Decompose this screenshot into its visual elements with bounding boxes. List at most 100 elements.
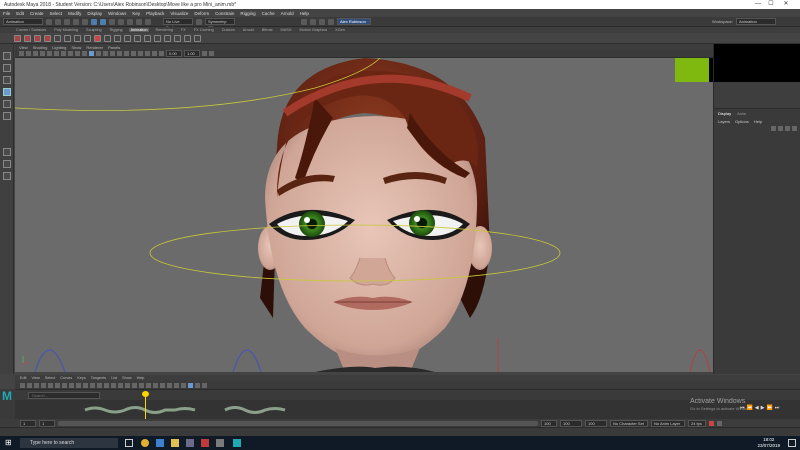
tl-tool-icon[interactable]	[83, 382, 88, 388]
tl-menu-show[interactable]: Show	[122, 376, 132, 380]
menu-modify[interactable]: Modify	[68, 11, 81, 16]
tl-menu-curves[interactable]: Curves	[60, 376, 72, 380]
panel-menu-renderer[interactable]: Renderer	[86, 45, 103, 50]
shelf-tab-mash[interactable]: MASH	[279, 28, 294, 32]
rig-control-curve[interactable]	[34, 349, 66, 372]
tl-tool-icon[interactable]	[118, 382, 123, 388]
tl-tool-icon[interactable]	[125, 382, 130, 388]
key-translate-icon[interactable]	[24, 34, 31, 42]
grid-icon[interactable]	[40, 51, 45, 56]
xray-joints-icon[interactable]	[159, 51, 164, 56]
bookmark-icon[interactable]	[26, 51, 31, 56]
tl-tool-icon[interactable]	[181, 382, 186, 388]
tl-menu-edit[interactable]: Edit	[20, 376, 27, 380]
film-gate-icon[interactable]	[47, 51, 52, 56]
shelf-tab-custom[interactable]: Custom	[220, 28, 237, 32]
new-layer-icon[interactable]	[785, 126, 790, 131]
tl-tool-icon[interactable]	[69, 382, 74, 388]
tl-tool-icon[interactable]	[132, 382, 137, 388]
snap-point-icon[interactable]	[136, 18, 142, 25]
select-object-icon[interactable]	[100, 18, 106, 25]
range-end-field[interactable]: 100	[541, 419, 557, 427]
move-layer-up-icon[interactable]	[771, 126, 776, 131]
tl-tool-icon[interactable]	[139, 382, 144, 388]
rig-control-curve[interactable]	[232, 349, 262, 372]
tl-tool-icon[interactable]	[111, 382, 116, 388]
graph-editor-icon[interactable]	[54, 34, 61, 42]
tl-tool-icon[interactable]	[41, 382, 46, 388]
live-surface-field[interactable]: No Live Surface	[163, 18, 193, 30]
image-plane-icon[interactable]	[33, 51, 38, 56]
tl-tool-icon[interactable]	[146, 382, 151, 388]
safe-action-icon[interactable]	[75, 51, 80, 56]
scale-tool-icon[interactable]	[3, 112, 11, 120]
textured-icon[interactable]	[103, 51, 108, 56]
menu-help[interactable]: Help	[300, 11, 309, 16]
select-hierarchy-icon[interactable]	[91, 18, 97, 25]
file-explorer-icon[interactable]	[171, 439, 179, 447]
end-time-field-2[interactable]: 100	[585, 419, 607, 427]
joint-icon[interactable]	[84, 34, 91, 42]
auto-key-icon[interactable]	[709, 420, 714, 426]
select-component-icon[interactable]	[109, 18, 115, 25]
panel-menu-view[interactable]: View	[19, 45, 28, 50]
symmetry-dropdown[interactable]: Symmetry: Off	[205, 18, 235, 30]
go-to-end-icon[interactable]: ⏭	[775, 405, 780, 411]
panel-menu-panels[interactable]: Panels	[108, 45, 120, 50]
snap-surface-icon[interactable]	[145, 18, 151, 25]
user-account[interactable]: Alex Robinson	[337, 18, 371, 25]
tl-tool-icon[interactable]	[34, 382, 39, 388]
menu-select[interactable]: Select	[50, 11, 63, 16]
playblast-icon[interactable]	[134, 34, 141, 42]
app-icon[interactable]	[216, 439, 224, 447]
motion-path-icon[interactable]	[114, 34, 121, 42]
tl-menu-select[interactable]: Select	[45, 376, 56, 380]
tl-tool-icon[interactable]	[174, 382, 179, 388]
save-scene-icon[interactable]	[64, 18, 70, 25]
go-to-start-icon[interactable]: ⏮	[740, 405, 745, 411]
shadows-icon[interactable]	[117, 51, 122, 56]
color-space-icon[interactable]	[209, 51, 214, 56]
wireframe-icon[interactable]	[82, 51, 87, 56]
tl-tool-icon[interactable]	[27, 382, 32, 388]
ik-handle-icon[interactable]	[74, 34, 81, 42]
menu-cache[interactable]: Cache	[262, 11, 275, 16]
menu-display[interactable]: Display	[87, 11, 102, 16]
constraint-aim-icon[interactable]	[184, 34, 191, 42]
mode-dropdown[interactable]: Animation	[3, 18, 43, 25]
constraint-orient-icon[interactable]	[164, 34, 171, 42]
unity-icon[interactable]	[186, 439, 194, 447]
isolate-icon[interactable]	[145, 51, 150, 56]
close-button[interactable]: ✕	[780, 0, 792, 9]
rotate-tool-icon[interactable]	[3, 100, 11, 108]
lasso-tool-icon[interactable]	[3, 64, 11, 72]
tl-menu-help[interactable]: Help	[137, 376, 145, 380]
near-clip-field[interactable]: 0.00	[166, 50, 182, 57]
constraint-pole-icon[interactable]	[194, 34, 201, 42]
new-layer-selected-icon[interactable]	[792, 126, 797, 131]
start-time-field[interactable]: 1	[20, 419, 36, 427]
move-layer-down-icon[interactable]	[778, 126, 783, 131]
playhead-handle-icon[interactable]	[142, 391, 149, 397]
field-chart-icon[interactable]	[68, 51, 73, 56]
paint-select-tool-icon[interactable]	[3, 76, 11, 84]
step-back-icon[interactable]: ⏪	[747, 405, 753, 411]
tl-tool-icon[interactable]	[167, 382, 172, 388]
dope-sheet-icon[interactable]	[64, 34, 71, 42]
gamma-icon[interactable]	[202, 51, 207, 56]
tl-tool-icon[interactable]	[188, 382, 193, 388]
shelf-tab-bifrost[interactable]: Bifrost	[260, 28, 275, 32]
lights-icon[interactable]	[110, 51, 115, 56]
open-scene-icon[interactable]	[55, 18, 61, 25]
anim-prefs-icon[interactable]	[717, 420, 722, 426]
shelf-tab-animation[interactable]: Animation	[128, 28, 150, 32]
constraint-scale-icon[interactable]	[174, 34, 181, 42]
smooth-shade-icon[interactable]	[89, 51, 94, 56]
play-back-icon[interactable]: ◀	[755, 405, 759, 411]
undo-icon[interactable]	[73, 18, 79, 25]
menu-file[interactable]: File	[3, 11, 10, 16]
tl-tool-icon[interactable]	[55, 382, 60, 388]
menu-layers[interactable]: Layers	[718, 119, 730, 124]
shelf-tab-fx-caching[interactable]: FX Caching	[192, 28, 216, 32]
clock[interactable]: 18:02 23/07/2019	[757, 437, 780, 449]
